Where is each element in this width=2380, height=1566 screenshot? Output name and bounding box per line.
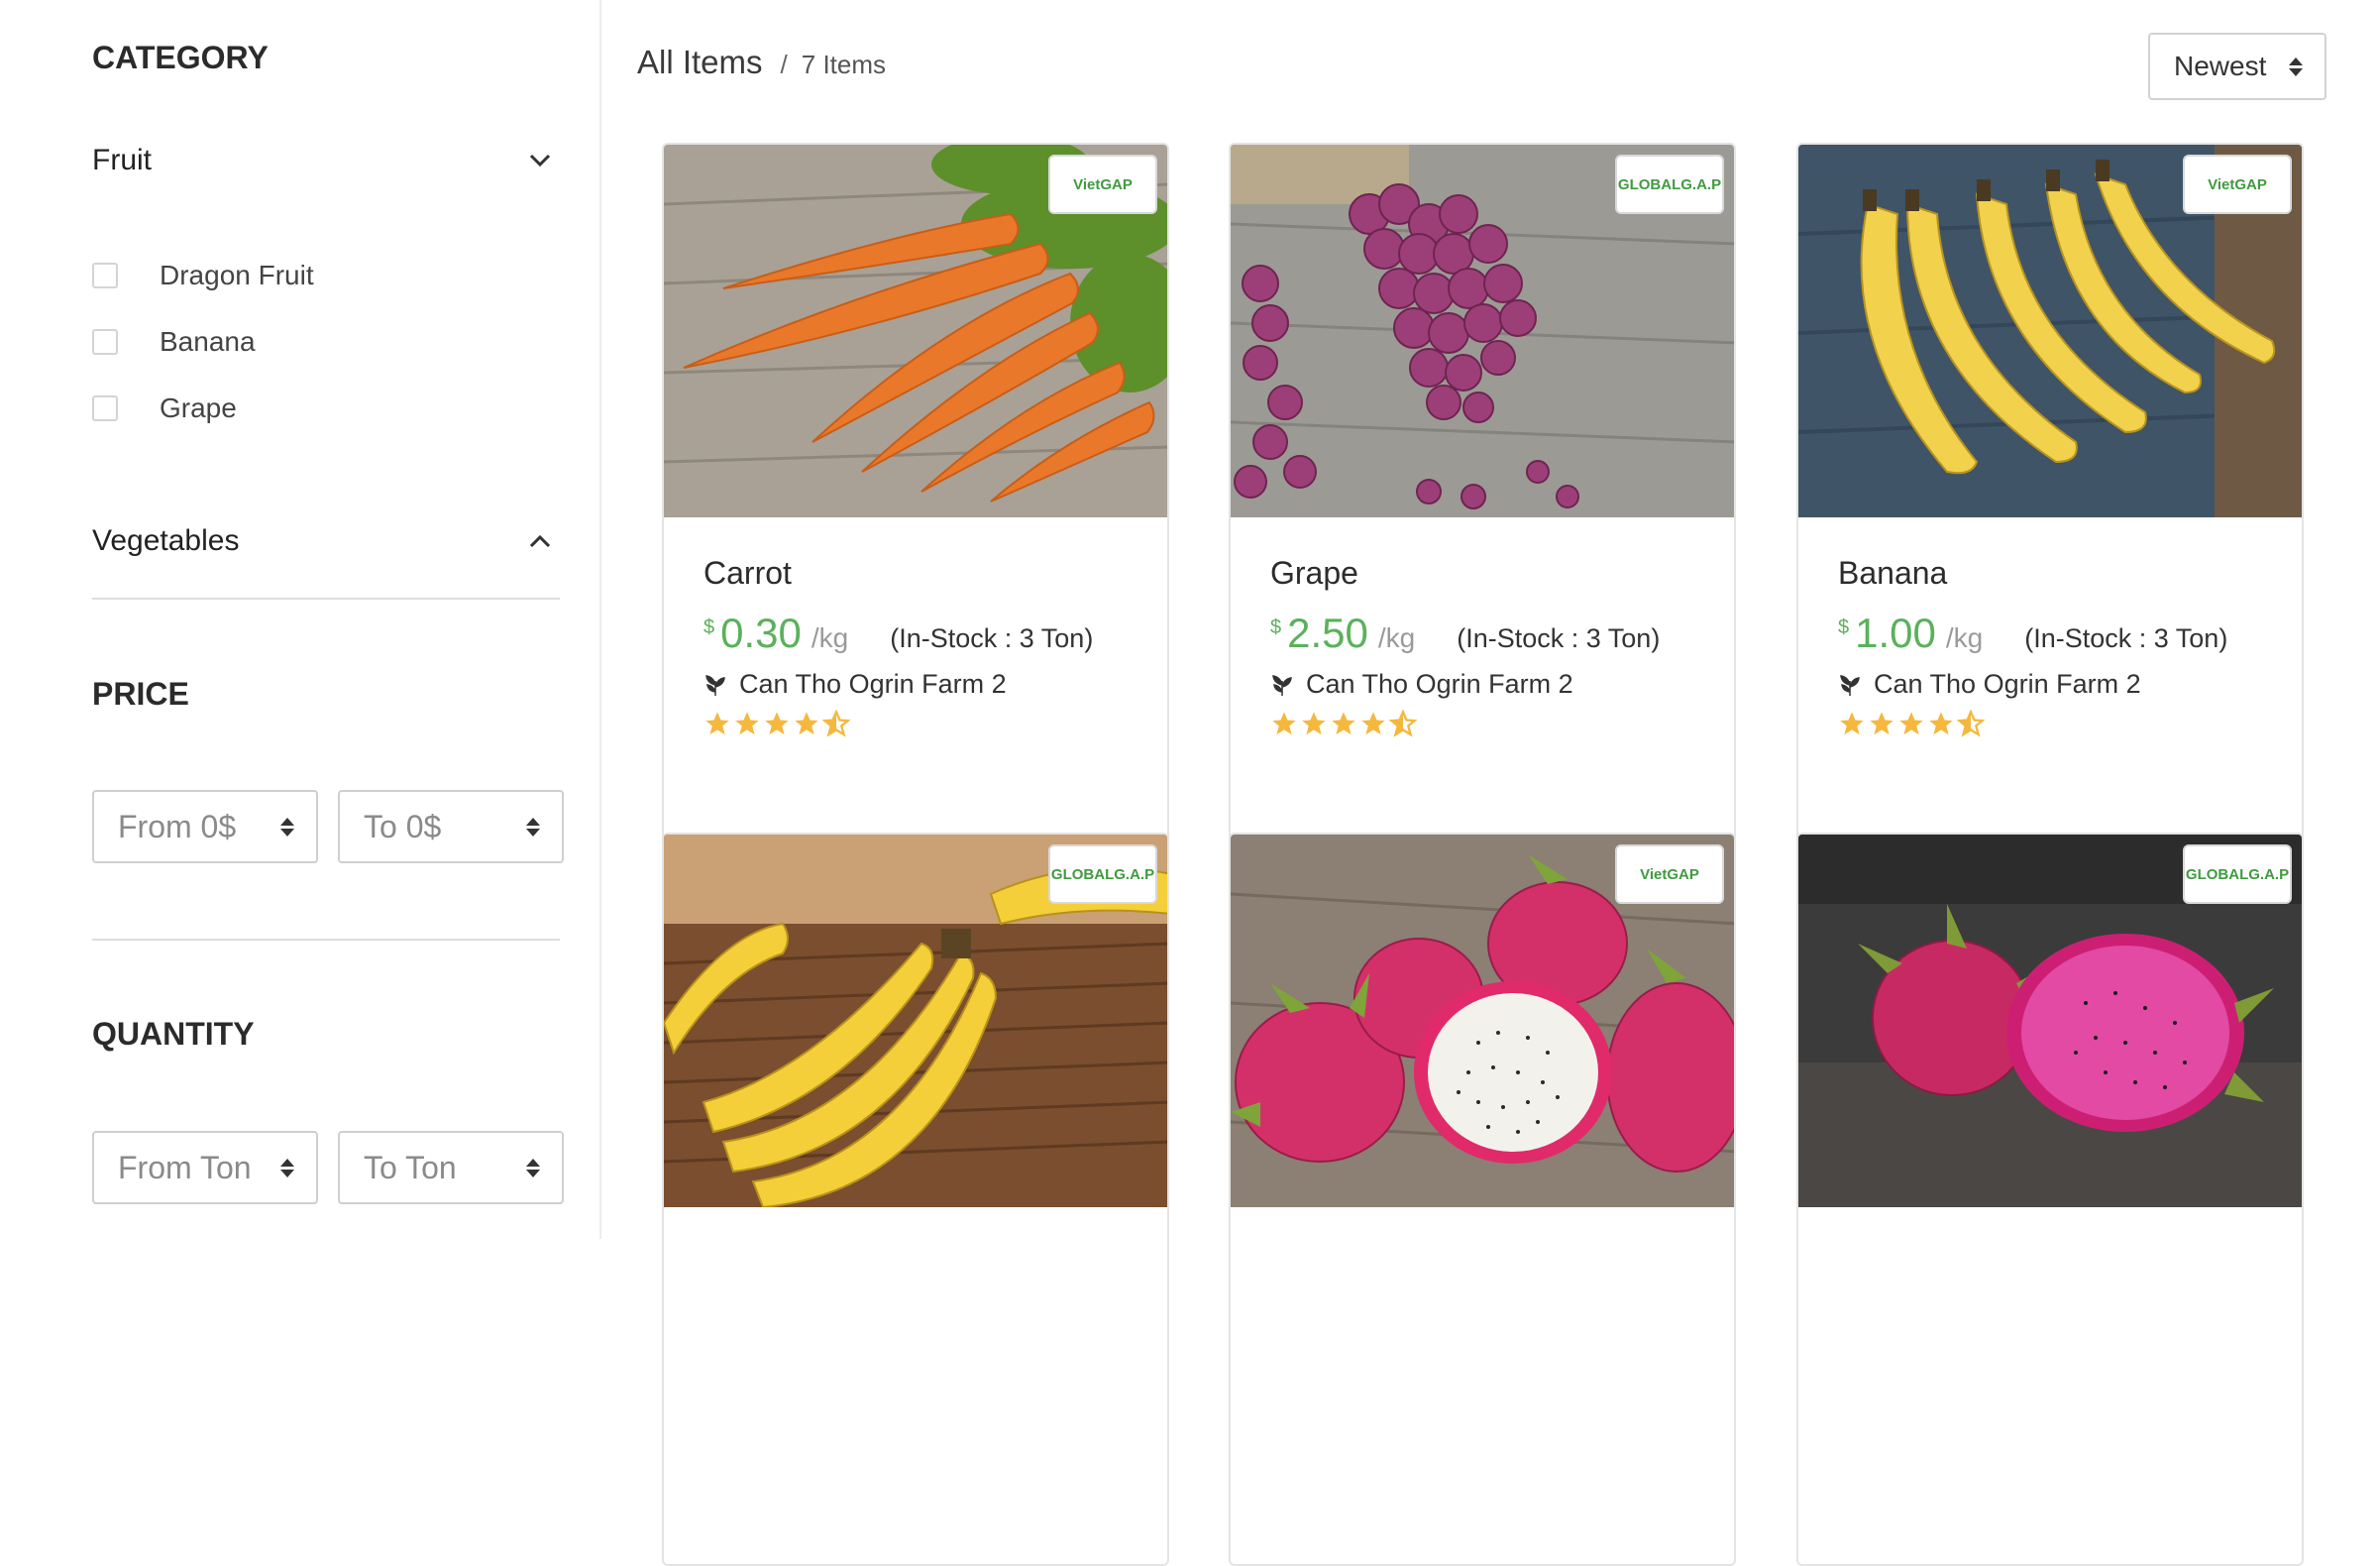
page-title: All Items [637,44,763,80]
certification-badge: GLOBALG.A.P [1048,844,1157,904]
rating-stars [703,710,1128,737]
rating-stars [1838,710,2262,737]
farm-name: Can Tho Ogrin Farm 2 [739,669,1007,699]
quantity-title: QUANTITY [92,1016,255,1052]
star-icon [1870,712,1893,735]
item-count: 7 Items [801,50,887,79]
quantity-from-select[interactable]: From Ton [92,1131,318,1204]
category-title: CATEGORY [92,40,269,75]
farm-name: Can Tho Ogrin Farm 2 [1874,669,2141,699]
dragon-fruit-image: VietGAP [1231,835,1734,1207]
half-star-icon [822,710,850,737]
quantity-to-select[interactable]: To Ton [338,1131,564,1204]
fruit-group-label: Fruit [92,144,152,176]
price-to-value: To 0$ [364,808,442,844]
product-name: Banana [1838,555,1948,591]
divider [92,598,560,600]
fruit-group-toggle[interactable]: Fruit [92,141,560,180]
leaf-icon [1840,674,1860,696]
product-card-carrot[interactable]: VietGAP Carrot $ 0.30 /kg (In-Stock : 3 … [662,143,1169,843]
star-icon [795,712,818,735]
quantity-from-value: From Ton [118,1149,252,1185]
banana-label: Banana [160,326,256,357]
product-price: 2.50 [1287,610,1368,656]
price-from-select[interactable]: From 0$ [92,790,318,863]
dragon-fruit-checkbox[interactable] [92,263,118,288]
vegetables-group-label: Vegetables [92,524,240,557]
chevron-down-icon [520,141,560,180]
sort-arrows-icon [526,817,540,837]
product-card[interactable]: VietGAP [1229,833,1736,1566]
product-price: 1.00 [1855,610,1936,656]
divider [92,939,560,941]
currency-symbol: $ [1270,616,1282,638]
leaf-icon [1272,674,1292,696]
grape-checkbox[interactable] [92,395,118,421]
price-to-select[interactable]: To 0$ [338,790,564,863]
star-icon [1302,712,1326,735]
certification-badge: VietGAP [1615,844,1724,904]
star-icon [1272,712,1296,735]
half-star-icon [1957,710,1985,737]
certification-badge: GLOBALG.A.P [1615,155,1724,214]
certification-badge: VietGAP [2183,155,2292,214]
carrot-image: VietGAP [664,145,1167,517]
rating-stars [1270,710,1694,737]
vegetables-group-toggle[interactable]: Vegetables [92,521,560,561]
stock-status: (In-Stock : 3 Ton) [1457,623,1661,653]
price-title: PRICE [92,676,189,712]
farm-name: Can Tho Ogrin Farm 2 [1306,669,1573,699]
price-from-value: From 0$ [118,808,237,844]
leaf-icon [705,674,725,696]
dragon-fruit-dark-image: GLOBALG.A.P [1798,835,2302,1207]
star-icon [1929,712,1953,735]
sort-select[interactable]: Newest [2148,33,2326,100]
quantity-to-value: To Ton [364,1149,457,1185]
chevron-up-icon [520,521,560,561]
grape-image: GLOBALG.A.P [1231,145,1734,517]
sort-arrows-icon [2289,56,2303,76]
star-icon [765,712,789,735]
price-unit: /kg [1377,622,1416,653]
filter-sidebar: CATEGORY Fruit Dragon Fruit Banana Grape… [0,0,601,1239]
star-icon [1899,712,1923,735]
price-unit: /kg [811,622,849,653]
sort-arrows-icon [526,1158,540,1177]
banana-image: VietGAP [1798,145,2302,517]
filter-option-dragon-fruit[interactable]: Dragon Fruit [92,260,314,291]
currency-symbol: $ [1838,616,1850,638]
star-icon [1840,712,1864,735]
half-star-icon [1389,710,1417,737]
product-name: Grape [1270,555,1358,591]
sort-value: Newest [2174,51,2267,81]
product-card[interactable]: GLOBALG.A.P [662,833,1169,1566]
stock-status: (In-Stock : 3 Ton) [890,623,1094,653]
price-unit: /kg [1945,622,1984,653]
star-icon [705,712,729,735]
certification-badge: GLOBALG.A.P [2183,844,2292,904]
product-name: Carrot [703,555,792,591]
banana-basket-image: GLOBALG.A.P [664,835,1167,1207]
breadcrumb-separator: / [780,50,788,79]
product-card-grape[interactable]: GLOBALG.A.P Grape $ 2.50 /kg (In-Stock :… [1229,143,1736,843]
sort-arrows-icon [280,817,294,837]
product-card[interactable]: GLOBALG.A.P [1796,833,2304,1566]
star-icon [735,712,759,735]
sort-arrows-icon [280,1158,294,1177]
star-icon [1361,712,1385,735]
filter-option-grape[interactable]: Grape [92,392,237,424]
dragon-fruit-label: Dragon Fruit [160,260,314,290]
product-price: 0.30 [720,610,802,656]
grape-label: Grape [160,392,237,423]
star-icon [1332,712,1355,735]
filter-option-banana[interactable]: Banana [92,326,256,358]
stock-status: (In-Stock : 3 Ton) [2024,623,2228,653]
certification-badge: VietGAP [1048,155,1157,214]
breadcrumb: All Items / 7 Items [637,44,886,81]
banana-checkbox[interactable] [92,329,118,355]
currency-symbol: $ [703,616,715,638]
product-card-banana[interactable]: VietGAP Banana $ 1.00 /kg (In-Stock : 3 … [1796,143,2304,843]
